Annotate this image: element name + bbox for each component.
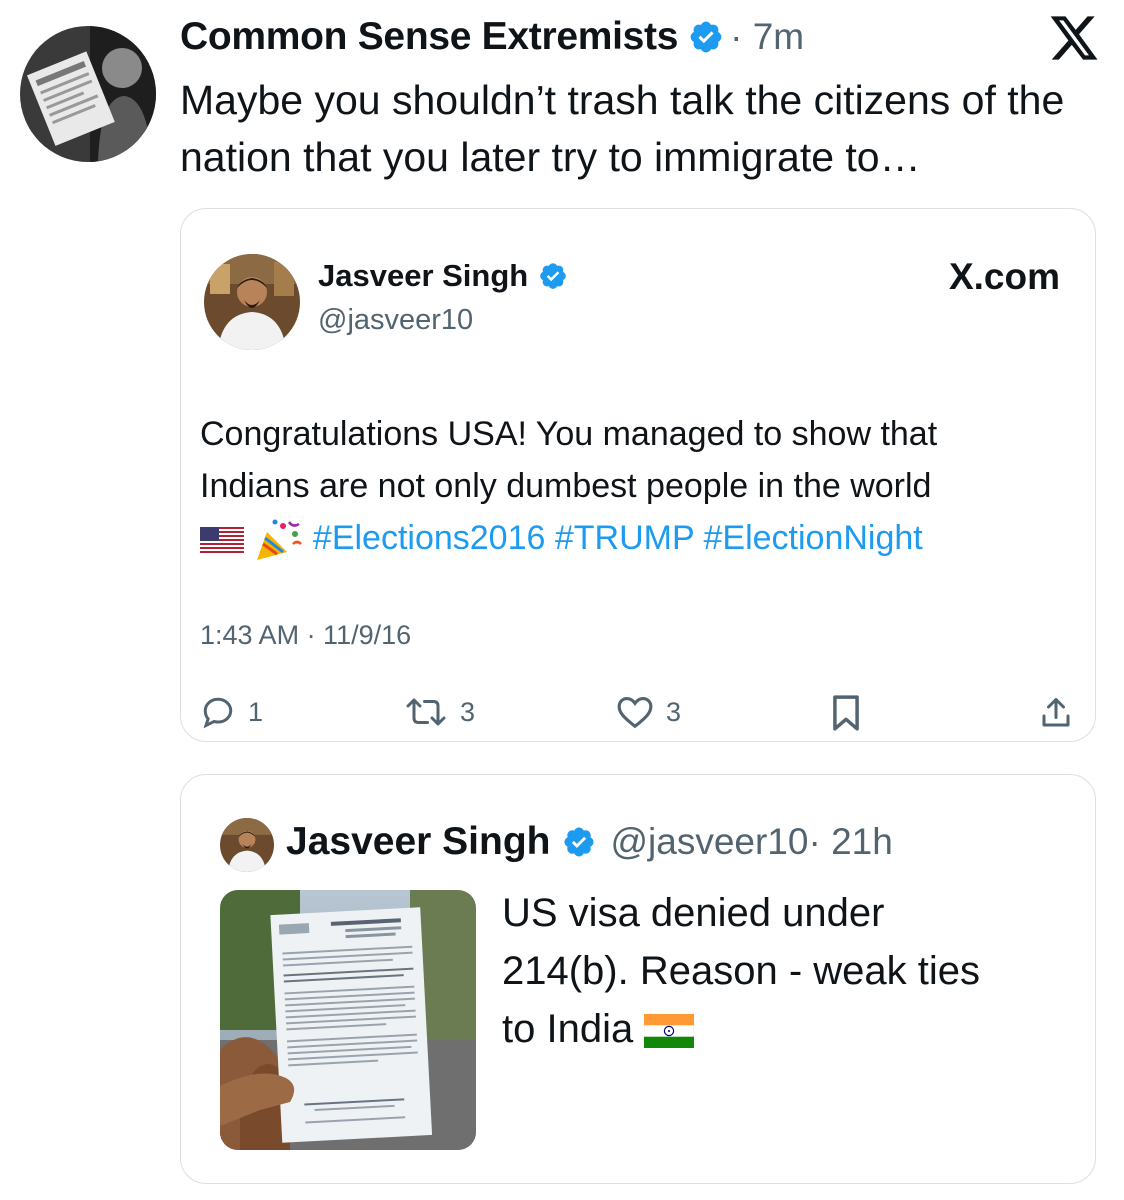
- post-header: Common Sense Extremists · 7m: [180, 12, 804, 62]
- x-logo-icon[interactable]: [1048, 14, 1100, 62]
- attached-photo[interactable]: [220, 890, 476, 1150]
- quoted-author-row: Jasveer Singh: [318, 258, 568, 294]
- quoted-author-avatar[interactable]: [204, 254, 300, 350]
- retweet-button[interactable]: 3: [404, 694, 475, 730]
- quoted-tweet-timestamp[interactable]: 1:43 AM · 11/9/16: [200, 620, 411, 651]
- retweet-icon: [406, 698, 446, 726]
- quoted-author-handle[interactable]: @jasveer10: [318, 304, 473, 337]
- profile-photo-icon: [20, 26, 156, 162]
- hashtag-link[interactable]: #TRUMP: [555, 519, 694, 557]
- hashtag-link[interactable]: #Elections2016: [313, 519, 546, 557]
- hashtag-link[interactable]: #ElectionNight: [704, 519, 923, 557]
- reply-count: 1: [248, 696, 264, 727]
- post-time[interactable]: · 7m: [730, 16, 804, 58]
- reply-icon: [203, 697, 233, 729]
- retweet-count: 3: [460, 696, 476, 727]
- hashtag-line: #Elections2016 #TRUMP #ElectionNight: [200, 512, 1080, 564]
- post-text: Maybe you shouldn’t trash talk the citiz…: [180, 77, 1065, 180]
- share-icon: [1042, 698, 1070, 727]
- author-name[interactable]: Common Sense Extremists: [180, 15, 678, 59]
- quoted-author-name[interactable]: Jasveer Singh: [286, 820, 550, 864]
- quoted-text-line: Indians are not only dumbest people in t…: [200, 467, 932, 505]
- quoted-text-line: Congratulations USA! You managed to show…: [200, 415, 938, 453]
- quoted-tweet-text: Congratulations USA! You managed to show…: [200, 408, 1080, 564]
- india-flag-icon: [644, 1014, 695, 1049]
- quoted-author-avatar[interactable]: [220, 818, 274, 872]
- visa-letter-photo-icon: [220, 890, 476, 1150]
- quoted-text-line: to India: [502, 1007, 634, 1051]
- profile-photo-icon: [220, 818, 274, 872]
- like-button[interactable]: 3: [616, 694, 681, 730]
- quoted-tweet-text: US visa denied under 214(b). Reason - we…: [502, 884, 1082, 1058]
- party-popper-icon: [257, 519, 303, 561]
- heart-icon: [617, 696, 653, 729]
- verified-badge-icon: [564, 827, 594, 857]
- bookmark-button[interactable]: [830, 694, 862, 732]
- share-button[interactable]: [1038, 694, 1074, 732]
- author-avatar[interactable]: [20, 26, 156, 162]
- verified-badge-icon: [540, 263, 567, 289]
- quoted-author-handle[interactable]: @jasveer10: [610, 821, 808, 863]
- like-count: 3: [666, 696, 682, 727]
- quoted-text-line: 214(b). Reason - weak ties: [502, 949, 981, 993]
- source-label: X.com: [948, 256, 1060, 297]
- quoted-author-row: Jasveer Singh @jasveer10 · 21h: [286, 816, 893, 868]
- verified-badge-icon: [690, 21, 722, 53]
- reply-button[interactable]: 1: [200, 694, 263, 730]
- us-flag-icon: [200, 527, 244, 554]
- quoted-author-name[interactable]: Jasveer Singh: [318, 258, 528, 294]
- quoted-text-line-with-flag: to India: [502, 1000, 1082, 1058]
- bookmark-icon: [833, 695, 859, 731]
- profile-photo-icon: [204, 254, 300, 350]
- quoted-tweet-time[interactable]: · 21h: [808, 821, 892, 863]
- quoted-text-line: US visa denied under: [502, 891, 885, 935]
